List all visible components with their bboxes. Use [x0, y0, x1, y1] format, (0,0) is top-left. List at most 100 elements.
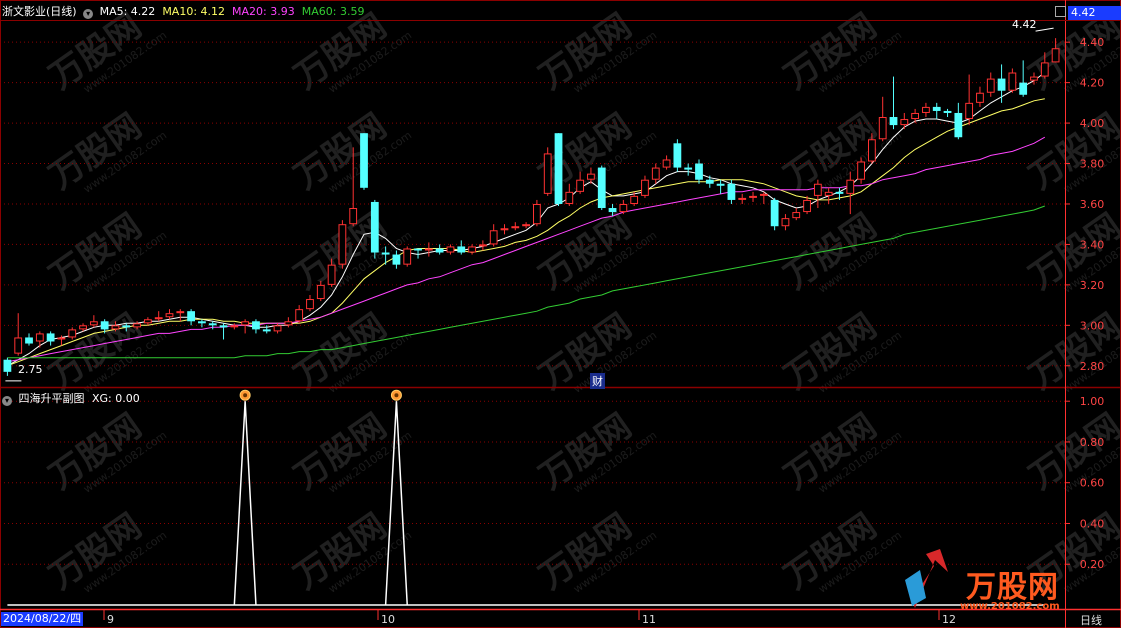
- candle-body-up: [468, 246, 476, 253]
- main-header: 浙文影业(日线) ▾ MA5: 4.22 MA10: 4.12 MA20: 3.…: [2, 3, 364, 19]
- dropdown-icon[interactable]: ▾: [83, 9, 94, 19]
- candle-body-up: [143, 319, 152, 324]
- candle-body-up: [576, 179, 585, 192]
- candle-body-down: [997, 78, 1006, 91]
- indicator-tick-label: 1.00: [1080, 395, 1105, 408]
- price-tick-label: 4.20: [1080, 77, 1105, 90]
- price-tick-label: 3.20: [1080, 279, 1105, 292]
- signal-icon-center: [394, 393, 399, 398]
- candle-body-up: [68, 329, 77, 338]
- candle-body-up: [35, 333, 44, 342]
- watermark: 万股网www.201082.com 万股网www.201082.com 万股网www…: [42, 6, 1121, 597]
- candle-body-up: [79, 325, 87, 330]
- candle-body-down: [122, 325, 131, 328]
- candle-body-down: [252, 321, 260, 330]
- price-tick-label: 3.80: [1080, 158, 1105, 171]
- low-label: 2.75: [18, 363, 43, 376]
- candle-body-down: [457, 246, 466, 253]
- candle-body-up: [424, 248, 433, 251]
- candle-body-down: [770, 199, 779, 227]
- candle-body-up: [1051, 48, 1060, 63]
- dropdown-icon[interactable]: ▾: [2, 396, 12, 406]
- candle-body-up: [543, 153, 552, 194]
- date-start: 2024/08/22/四: [1, 612, 84, 626]
- candle-body-down: [219, 325, 228, 328]
- indicator-tick-label: 0.60: [1080, 477, 1105, 490]
- axes: 4.40 4.20 4.00 3.80 3.60 3.40 3.20 3.00 2.80 1.00…: [5, 27, 1105, 620]
- period-label: 日线: [1080, 614, 1102, 627]
- ma-line-ma5: [7, 72, 1046, 367]
- candle-body-up: [1030, 76, 1038, 81]
- price-tick-label: 3.60: [1080, 198, 1105, 211]
- candle-body-up: [1008, 72, 1017, 91]
- candle-body-down: [370, 201, 379, 253]
- settings-icon[interactable]: [1055, 6, 1066, 17]
- indicator-pane: [7, 389, 1045, 606]
- candle-body-down: [705, 179, 714, 184]
- high-label: 4.42: [1012, 18, 1037, 31]
- main-title: 浙文影业(日线): [2, 5, 77, 18]
- candle-body-down: [414, 248, 422, 251]
- candle-body-up: [295, 309, 304, 322]
- brand-logo: [905, 549, 948, 608]
- candle-body-down: [208, 323, 217, 326]
- candle-body-up: [630, 195, 639, 204]
- xg-spike: [233, 401, 257, 606]
- candle-body-up: [803, 199, 811, 213]
- stock-chart[interactable]: 万股网www.201082.com 万股网www.201082.com 万股网www…: [0, 0, 1121, 628]
- candle-body-up: [284, 321, 293, 326]
- candle-body-up: [965, 102, 974, 120]
- month-label-9: 9: [107, 613, 114, 626]
- candle-body-up: [176, 311, 185, 314]
- candle-body-down: [46, 333, 55, 342]
- candle-body-down: [695, 163, 703, 180]
- indicator-tick-label: 0.40: [1080, 517, 1105, 530]
- candle-body-up: [511, 226, 520, 229]
- brand-name: 万股网: [966, 570, 1059, 605]
- candle-body-down: [932, 106, 941, 111]
- candle-body-up: [478, 244, 487, 247]
- candle-body-up: [651, 167, 660, 180]
- candle-body-up: [349, 208, 358, 225]
- candle-body-up: [565, 191, 574, 204]
- candle-body-down: [943, 110, 952, 113]
- sub-header: ▾ 四海升平副图 XG: 0.00: [2, 390, 140, 406]
- candle-body-up: [57, 337, 66, 340]
- month-label-12: 12: [942, 613, 956, 626]
- month-label-10: 10: [381, 613, 395, 626]
- candle-body-up: [133, 323, 141, 328]
- candle-body-up: [868, 139, 876, 162]
- candle-body-down: [360, 133, 368, 188]
- candle-body-down: [25, 337, 33, 344]
- candle-body-down: [684, 167, 693, 170]
- candle-body-up: [165, 313, 174, 318]
- candle-body-down: [608, 208, 617, 213]
- candle-body-up: [857, 161, 865, 180]
- candle-body-down: [673, 143, 682, 168]
- candle-body-up: [662, 159, 671, 168]
- ma20-label: MA20: 3.93: [232, 5, 295, 18]
- candle-body-down: [954, 112, 963, 138]
- candle-body-down: [727, 183, 736, 200]
- candle-body-down: [889, 117, 898, 126]
- candle-body-up: [846, 179, 855, 194]
- candle-body-down: [1019, 82, 1028, 95]
- logo-shape-icon: [905, 570, 926, 606]
- moving-averages: [7, 72, 1046, 367]
- ma10-label: MA10: 4.12: [162, 5, 226, 18]
- signal-icon-center: [243, 393, 248, 398]
- candle-body-down: [381, 252, 390, 255]
- candle-body-down: [392, 254, 401, 265]
- high-marker-arrow: [1035, 27, 1054, 32]
- candle-body-down: [597, 167, 606, 209]
- candle-body-up: [792, 212, 801, 219]
- candle-body-up: [500, 228, 509, 231]
- finance-marker[interactable]: 财: [590, 373, 605, 389]
- indicator-tick-label: 0.80: [1080, 436, 1105, 449]
- price-tick-label: 3.00: [1080, 319, 1105, 332]
- candle-body-down: [100, 321, 109, 330]
- candle-body-up: [900, 119, 909, 126]
- candle-body-up: [738, 197, 747, 200]
- candle-body-down: [435, 248, 444, 253]
- candle-body-up: [89, 321, 98, 326]
